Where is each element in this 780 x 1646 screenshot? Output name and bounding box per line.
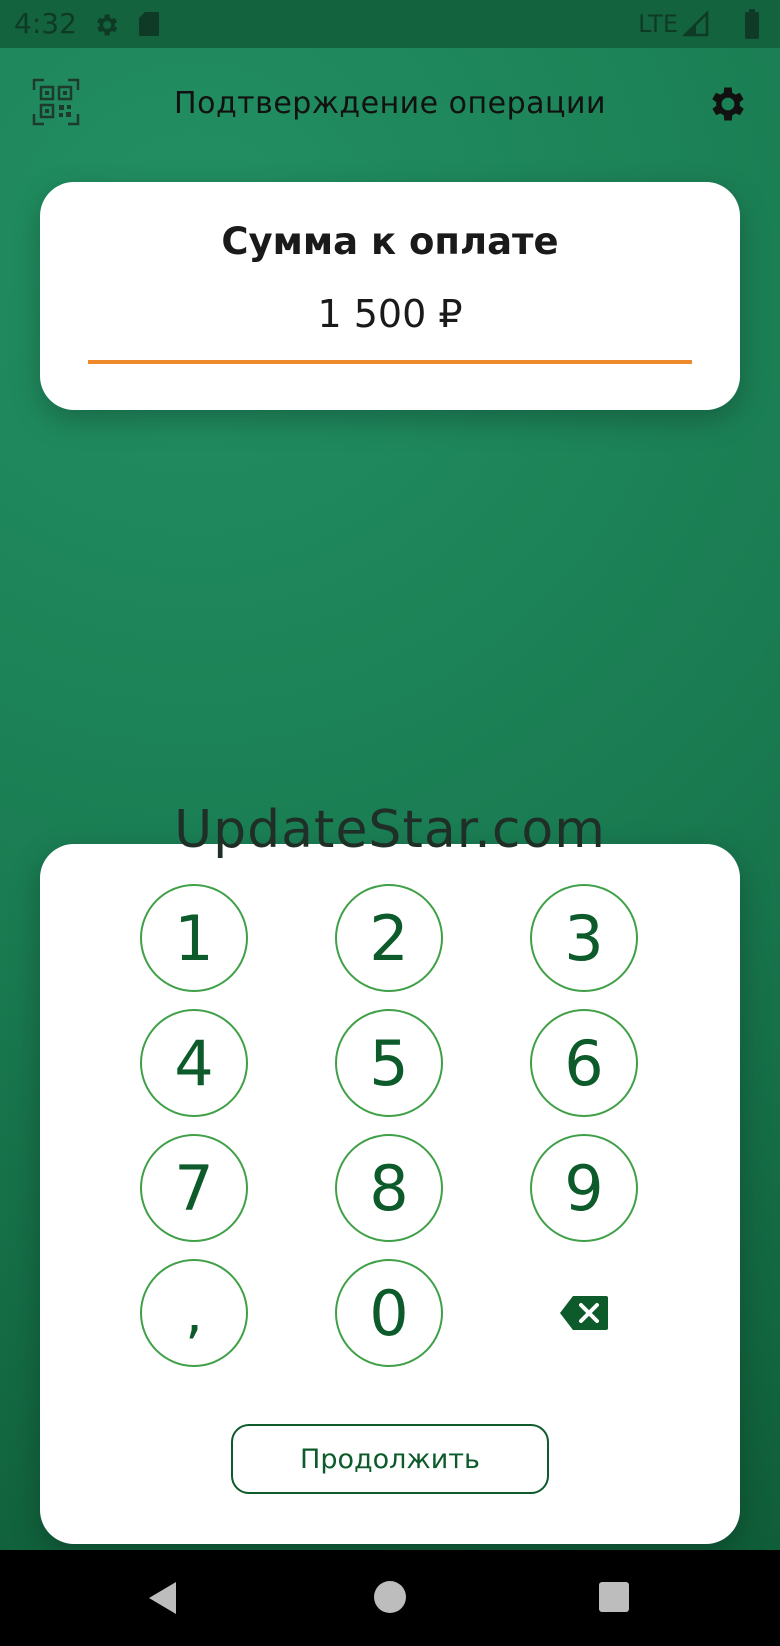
gear-icon <box>97 14 118 36</box>
status-bar: 4:32 LTE <box>0 0 780 48</box>
backspace-icon <box>560 1296 608 1330</box>
sd-card-icon <box>139 12 159 36</box>
amount-input[interactable]: 1 500 ₽ <box>40 292 740 336</box>
key-comma[interactable]: , <box>140 1259 248 1367</box>
key-1[interactable]: 1 <box>140 884 248 992</box>
key-9[interactable]: 9 <box>530 1134 638 1242</box>
battery-icon <box>745 9 759 39</box>
app-bar: Подтверждение операции <box>0 48 780 158</box>
amount-title: Сумма к оплате <box>221 220 559 263</box>
key-2[interactable]: 2 <box>335 884 443 992</box>
keypad: 1 2 3 4 5 6 7 8 9 , 0 Продолжить <box>40 844 740 1544</box>
recents-icon[interactable] <box>599 1582 629 1612</box>
key-4[interactable]: 4 <box>140 1009 248 1117</box>
back-icon[interactable] <box>146 1580 182 1616</box>
key-5[interactable]: 5 <box>335 1009 443 1117</box>
amount-underline <box>88 360 692 364</box>
home-icon[interactable] <box>374 1581 406 1613</box>
key-8[interactable]: 8 <box>335 1134 443 1242</box>
page-title: Подтверждение операции <box>174 86 606 121</box>
key-6[interactable]: 6 <box>530 1009 638 1117</box>
navigation-bar <box>0 1550 780 1646</box>
key-0[interactable]: 0 <box>335 1259 443 1367</box>
status-network: LTE <box>638 10 678 38</box>
key-3[interactable]: 3 <box>530 884 638 992</box>
signal-icon <box>682 10 709 37</box>
amount-card: Сумма к оплате 1 500 ₽ <box>40 182 740 410</box>
status-time: 4:32 <box>14 7 77 40</box>
watermark: UpdateStar.com <box>174 800 606 860</box>
backspace-button[interactable] <box>530 1259 638 1367</box>
settings-icon[interactable] <box>706 82 750 126</box>
continue-button[interactable]: Продолжить <box>231 1424 549 1494</box>
key-7[interactable]: 7 <box>140 1134 248 1242</box>
